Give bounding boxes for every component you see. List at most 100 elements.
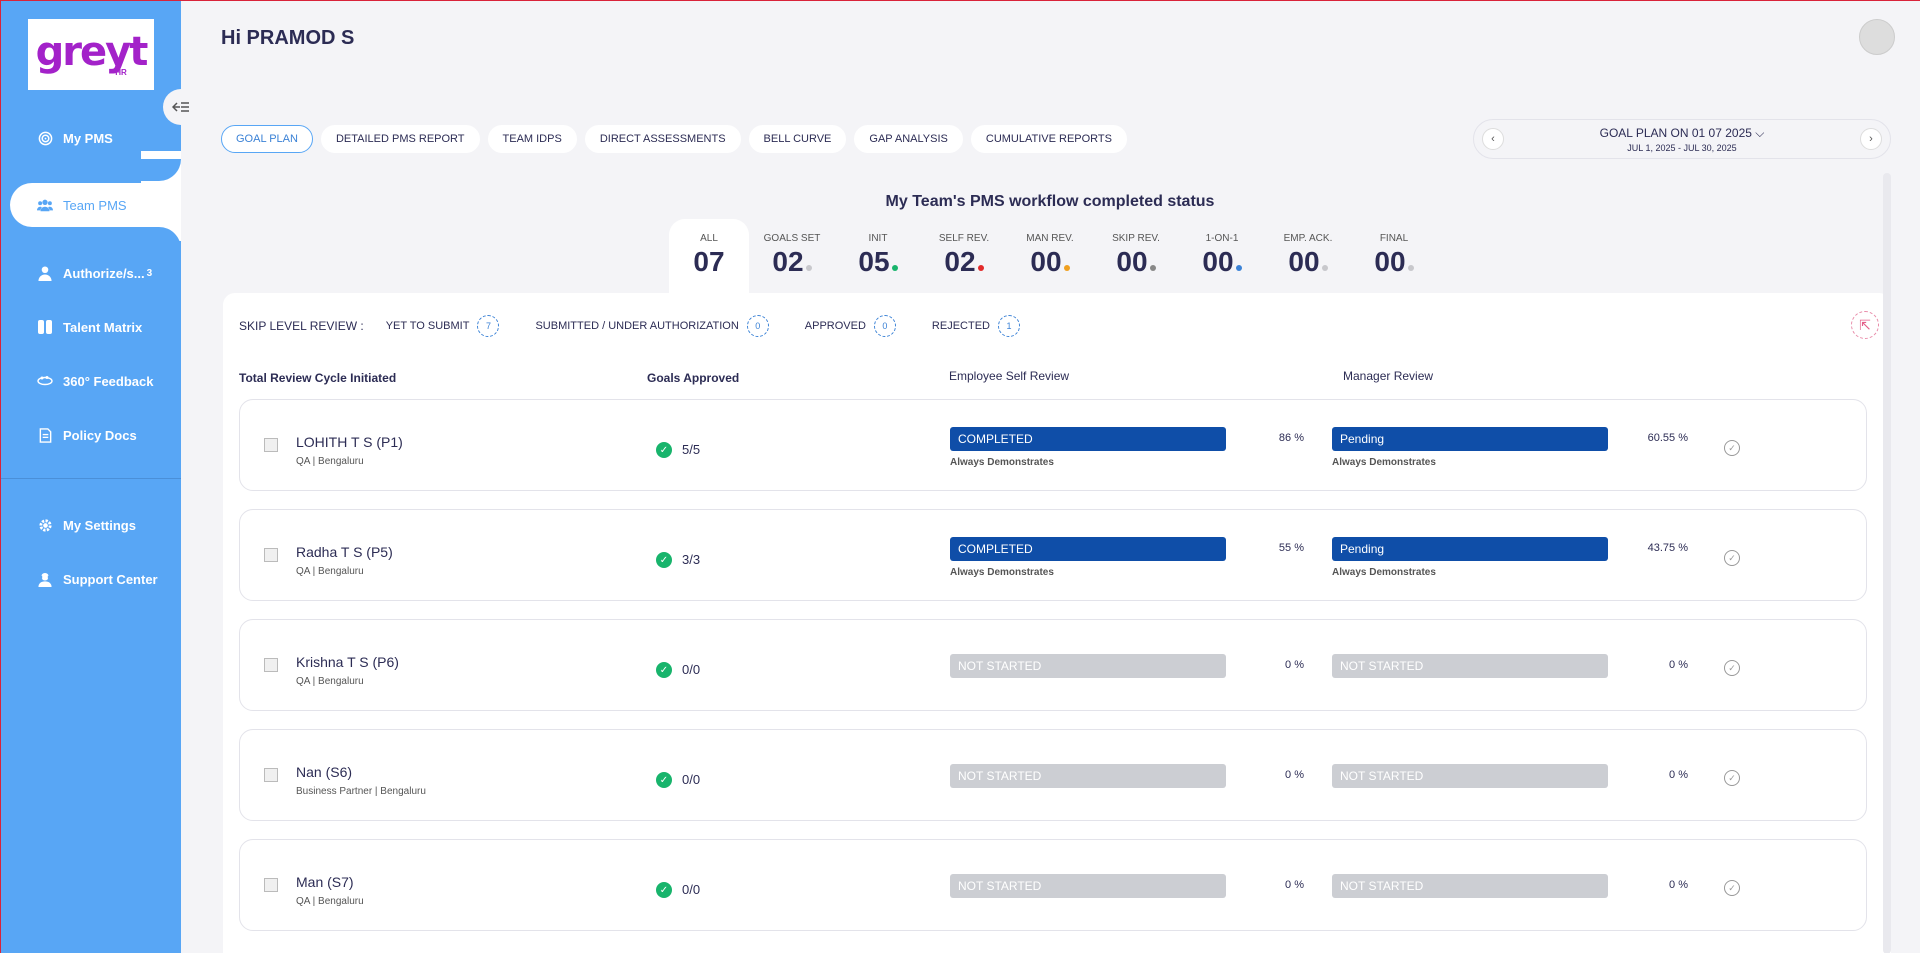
sidebar-item-policy-docs[interactable]: Policy Docs [1,413,181,457]
check-circle-icon: ✓ [656,442,672,458]
employee-dept: Business Partner | Bengaluru [296,786,426,797]
status-filter-all[interactable]: ALL 07 [669,219,749,293]
status-filter-row: ALL 07 GOALS SET 02 INIT 05 SELF REV. 02… [669,219,1437,293]
sidebar-item-authorize[interactable]: Authorize/s... 3 [1,251,181,295]
status-dot [1407,265,1414,271]
sidebar-item-label: My Settings [63,517,136,533]
sidebar-item-label: Policy Docs [63,427,137,443]
status-filter-self-rev[interactable]: SELF REV. 02 [921,219,1007,293]
status-filter-final[interactable]: FINAL 00 [1351,219,1437,293]
status-filter-one-on-one[interactable]: 1-ON-1 00 [1179,219,1265,293]
active-indicator-cap-bottom [1,227,181,249]
review-check-icon[interactable]: ✓ [1724,440,1740,456]
status-label: MAN REV. [1026,233,1074,244]
scrollbar[interactable] [1883,173,1891,953]
document-icon [37,427,53,443]
tab-bell-curve[interactable]: BELL CURVE [748,125,847,153]
self-review-percent: 0 % [1285,879,1304,891]
skip-count-badge: 0 [746,315,769,337]
employee-name[interactable]: Krishna T S (P6) [296,654,399,670]
self-review-status: NOT STARTED [950,654,1226,678]
status-value: 00 [1288,246,1320,277]
main-content: Hi PRAMOD S GOAL PLAN DETAILED PMS REPOR… [181,1,1920,953]
matrix-icon [37,319,53,335]
manager-review-status: NOT STARTED [1332,874,1608,898]
skip-filter-label: REJECTED [931,320,990,332]
self-review-percent: 0 % [1285,769,1304,781]
skip-level-review-bar: SKIP LEVEL REVIEW : YET TO SUBMIT 7 SUBMI… [239,315,1056,337]
skip-filter-approved[interactable]: APPROVED 0 [805,315,896,337]
employee-dept: QA | Bengaluru [296,456,364,467]
sidebar-item-my-pms[interactable]: My PMS [1,116,181,160]
review-check-icon[interactable]: ✓ [1724,660,1740,676]
report-tabs: GOAL PLAN DETAILED PMS REPORT TEAM IDPS … [221,125,1127,153]
status-dot [1235,265,1242,271]
manager-review-percent: 0 % [1669,769,1688,781]
review-check-icon[interactable]: ✓ [1724,770,1740,786]
team-review-panel: SKIP LEVEL REVIEW : YET TO SUBMIT 7 SUBMI… [223,293,1891,953]
user-avatar[interactable] [1859,19,1895,55]
status-filter-man-rev[interactable]: MAN REV. 00 [1007,219,1093,293]
employee-dept: QA | Bengaluru [296,566,364,577]
collapse-sidebar-button[interactable] [163,89,199,125]
status-value: 02 [944,246,976,277]
self-review-status: NOT STARTED [950,874,1226,898]
gear-icon [37,517,53,533]
status-title: My Team's PMS workflow completed status [885,193,1215,210]
next-plan-button[interactable]: › [1859,128,1882,150]
self-review-percent: 86 % [1278,432,1304,444]
check-circle-icon: ✓ [656,882,672,898]
status-dot [1321,265,1328,271]
sidebar-item-talent-matrix[interactable]: Talent Matrix [1,305,181,349]
employee-name[interactable]: LOHITH T S (P1) [296,434,403,450]
employee-name[interactable]: Nan (S6) [296,764,352,780]
sidebar-item-support-center[interactable]: Support Center [1,557,181,601]
tab-gap-analysis[interactable]: GAP ANALYSIS [854,125,963,153]
skip-filter-yet-to-submit[interactable]: YET TO SUBMIT 7 [386,315,500,337]
export-button[interactable]: ⇱ [1851,311,1879,339]
employee-name[interactable]: Radha T S (P5) [296,544,393,560]
sidebar-item-360-feedback[interactable]: 360° Feedback [1,359,181,403]
status-filter-skip-rev[interactable]: SKIP REV. 00 [1093,219,1179,293]
employee-dept: QA | Bengaluru [296,676,364,687]
skip-filter-rejected[interactable]: REJECTED 1 [932,315,1020,337]
status-filter-init[interactable]: INIT 05 [835,219,921,293]
tab-direct-assessments[interactable]: DIRECT ASSESSMENTS [584,125,741,153]
check-circle-icon: ✓ [656,552,672,568]
table-row[interactable]: Krishna T S (P6) QA | Bengaluru ✓ 0/0 NO… [239,619,1867,711]
manager-review-rating: Always Demonstrates [1332,567,1436,578]
table-row[interactable]: Radha T S (P5) QA | Bengaluru ✓ 3/3 COMP… [239,509,1867,601]
skip-filter-submitted[interactable]: SUBMITTED / UNDER AUTHORIZATION 0 [535,315,769,337]
sidebar-item-team-pms[interactable]: Team PMS [10,183,190,227]
tab-team-idps[interactable]: TEAM IDPS [487,125,577,153]
sidebar-item-my-settings[interactable]: My Settings [1,503,181,547]
review-check-icon[interactable]: ✓ [1724,550,1740,566]
self-review-rating: Always Demonstrates [950,567,1054,578]
table-row[interactable]: Man (S7) QA | Bengaluru ✓ 0/0 NOT STARTE… [239,839,1867,931]
tab-goal-plan[interactable]: GOAL PLAN [221,125,313,153]
goals-approved: 0/0 [682,882,701,897]
greythr-logo[interactable]: greyt HR [28,19,154,90]
previous-plan-button[interactable]: ‹ [1482,128,1504,150]
employee-name[interactable]: Man (S7) [296,874,354,890]
tab-cumulative-reports[interactable]: CUMULATIVE REPORTS [970,125,1127,153]
skip-count-badge: 0 [873,315,896,337]
skip-count-badge: 1 [997,315,1020,337]
manager-review-percent: 0 % [1669,659,1688,671]
goals-approved: 0/0 [682,772,701,787]
chevron-left-icon: ‹ [1491,133,1495,145]
status-filter-goals-set[interactable]: GOALS SET 02 [749,219,835,293]
table-row[interactable]: Nan (S6) Business Partner | Bengaluru ✓ … [239,729,1867,821]
status-dot [1063,265,1070,271]
sidebar-item-label: Talent Matrix [63,319,143,335]
status-filter-emp-ack[interactable]: EMP. ACK. 00 [1265,219,1351,293]
tab-detailed-pms-report[interactable]: DETAILED PMS REPORT [320,125,480,153]
status-value: 05 [858,246,890,277]
table-row[interactable]: LOHITH T S (P1) QA | Bengaluru ✓ 5/5 COM… [239,399,1867,491]
column-header-self-review: Employee Self Review [949,369,1070,383]
status-value: 00 [1030,246,1062,277]
check-circle-icon: ✓ [656,772,672,788]
sidebar: greyt HR My PMS Team PMS Authorize/s... … [1,1,190,953]
goal-plan-dropdown[interactable]: GOAL PLAN ON 01 07 2025 ⌵ JUL 1, 2025 - … [1600,126,1765,153]
review-check-icon[interactable]: ✓ [1724,880,1740,896]
